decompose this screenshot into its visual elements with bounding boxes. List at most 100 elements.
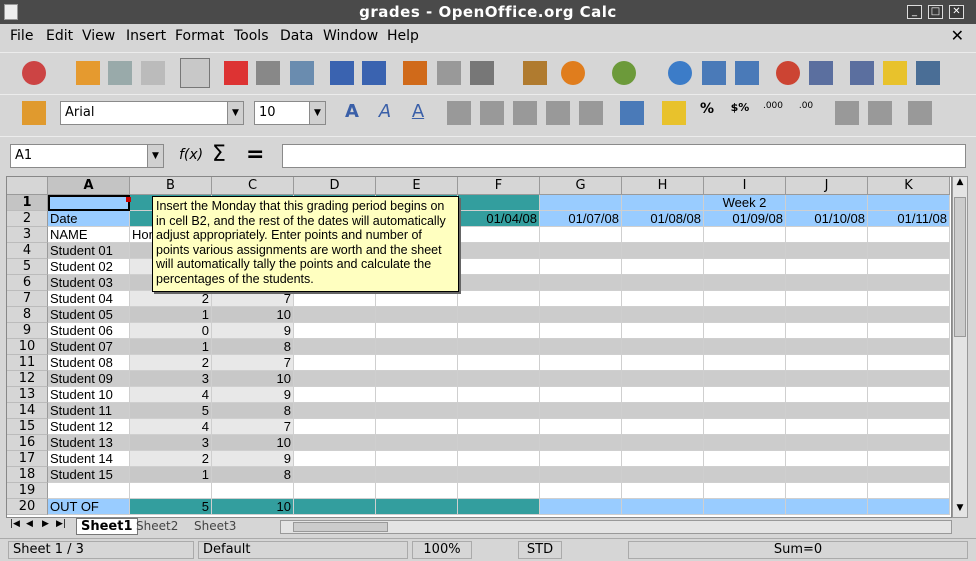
selection-mode[interactable]: STD: [518, 541, 562, 559]
cell-a13[interactable]: Student 10: [48, 387, 130, 403]
cell-g20[interactable]: [540, 499, 622, 515]
column-header-g[interactable]: G: [540, 177, 622, 195]
cell-f19[interactable]: [458, 483, 540, 499]
align-left-icon[interactable]: [447, 101, 471, 125]
find-replace-icon[interactable]: [850, 61, 874, 85]
row-header[interactable]: 16: [7, 435, 48, 451]
cell-c14[interactable]: 8: [212, 403, 294, 419]
cell-h20[interactable]: [622, 499, 704, 515]
cell-j3[interactable]: [786, 227, 868, 243]
tab-sheet3[interactable]: Sheet3: [194, 519, 236, 533]
cell-d12[interactable]: [294, 371, 376, 387]
prev-sheet-icon[interactable]: ◀: [26, 519, 33, 529]
cell-g17[interactable]: [540, 451, 622, 467]
cell-f15[interactable]: [458, 419, 540, 435]
chevron-down-icon[interactable]: ▼: [227, 102, 243, 124]
add-decimal-icon[interactable]: .000: [761, 101, 785, 125]
menu-format[interactable]: Format: [175, 28, 224, 44]
cell-d11[interactable]: [294, 355, 376, 371]
cell-g10[interactable]: [540, 339, 622, 355]
cell-b17[interactable]: 2: [130, 451, 212, 467]
styles-icon[interactable]: [22, 101, 46, 125]
cell-b20[interactable]: 5: [130, 499, 212, 515]
cell-g4[interactable]: [540, 243, 622, 259]
row-header[interactable]: 3: [7, 227, 48, 243]
cell-k8[interactable]: [868, 307, 950, 323]
cell-h1[interactable]: [622, 195, 704, 211]
cell-f5[interactable]: [458, 259, 540, 275]
italic-icon[interactable]: A: [373, 101, 397, 125]
last-sheet-icon[interactable]: ▶|: [56, 519, 66, 529]
close-icon[interactable]: ✕: [949, 5, 964, 19]
cell-c15[interactable]: 7: [212, 419, 294, 435]
copy-icon[interactable]: [437, 61, 461, 85]
zoom-level[interactable]: 100%: [412, 541, 472, 559]
column-header-j[interactable]: J: [786, 177, 868, 195]
cell-h5[interactable]: [622, 259, 704, 275]
cell-g6[interactable]: [540, 275, 622, 291]
cell-b13[interactable]: 4: [130, 387, 212, 403]
cell-i16[interactable]: [704, 435, 786, 451]
align-top-bottom-icon[interactable]: [620, 101, 644, 125]
cell-b10[interactable]: 1: [130, 339, 212, 355]
cell-c8[interactable]: 10: [212, 307, 294, 323]
cell-h18[interactable]: [622, 467, 704, 483]
cell-f13[interactable]: [458, 387, 540, 403]
hyperlink-icon[interactable]: [668, 61, 692, 85]
cell-c10[interactable]: 8: [212, 339, 294, 355]
cell-f9[interactable]: [458, 323, 540, 339]
cell-b7[interactable]: 2: [130, 291, 212, 307]
cell-d10[interactable]: [294, 339, 376, 355]
scroll-thumb[interactable]: [954, 197, 966, 337]
cell-a9[interactable]: Student 06: [48, 323, 130, 339]
new-document-icon[interactable]: [22, 61, 46, 85]
cell-k10[interactable]: [868, 339, 950, 355]
row-header[interactable]: 15: [7, 419, 48, 435]
cell-f4[interactable]: [458, 243, 540, 259]
save-icon[interactable]: [108, 61, 132, 85]
menu-tools[interactable]: Tools: [234, 28, 269, 44]
cell-f1[interactable]: [458, 195, 540, 211]
draw-functions-icon[interactable]: [809, 61, 833, 85]
row-header[interactable]: 6: [7, 275, 48, 291]
cell-k3[interactable]: [868, 227, 950, 243]
cell-a12[interactable]: Student 09: [48, 371, 130, 387]
cell-a1[interactable]: [48, 195, 130, 211]
next-sheet-icon[interactable]: ▶: [42, 519, 49, 529]
cell-a6[interactable]: Student 03: [48, 275, 130, 291]
cell-j5[interactable]: [786, 259, 868, 275]
cell-a2[interactable]: Date: [48, 211, 130, 227]
vertical-scrollbar[interactable]: ▲ ▼: [952, 176, 968, 518]
cell-a15[interactable]: Student 12: [48, 419, 130, 435]
menu-data[interactable]: Data: [280, 28, 313, 44]
clone-formatting-icon[interactable]: [523, 61, 547, 85]
cell-e16[interactable]: [376, 435, 458, 451]
cell-a8[interactable]: Student 05: [48, 307, 130, 323]
bold-icon[interactable]: A: [340, 101, 364, 125]
cell-a17[interactable]: Student 14: [48, 451, 130, 467]
delete-decimal-icon[interactable]: .00: [794, 101, 818, 125]
menu-help[interactable]: Help: [387, 28, 419, 44]
cell-c12[interactable]: 10: [212, 371, 294, 387]
sort-descending-icon[interactable]: [735, 61, 759, 85]
cell-i7[interactable]: [704, 291, 786, 307]
cell-e15[interactable]: [376, 419, 458, 435]
cell-e11[interactable]: [376, 355, 458, 371]
cell-j19[interactable]: [786, 483, 868, 499]
menu-insert[interactable]: Insert: [126, 28, 166, 44]
cell-g16[interactable]: [540, 435, 622, 451]
cell-h17[interactable]: [622, 451, 704, 467]
cell-h6[interactable]: [622, 275, 704, 291]
cell-h2[interactable]: 01/08/08: [622, 211, 704, 227]
redo-icon[interactable]: [612, 61, 636, 85]
cell-i13[interactable]: [704, 387, 786, 403]
cell-d7[interactable]: [294, 291, 376, 307]
cell-c17[interactable]: 9: [212, 451, 294, 467]
cell-k12[interactable]: [868, 371, 950, 387]
cell-a16[interactable]: Student 13: [48, 435, 130, 451]
cell-c9[interactable]: 9: [212, 323, 294, 339]
cell-a3[interactable]: NAME: [48, 227, 130, 243]
cell-j11[interactable]: [786, 355, 868, 371]
print-icon[interactable]: [256, 61, 280, 85]
cell-a10[interactable]: Student 07: [48, 339, 130, 355]
